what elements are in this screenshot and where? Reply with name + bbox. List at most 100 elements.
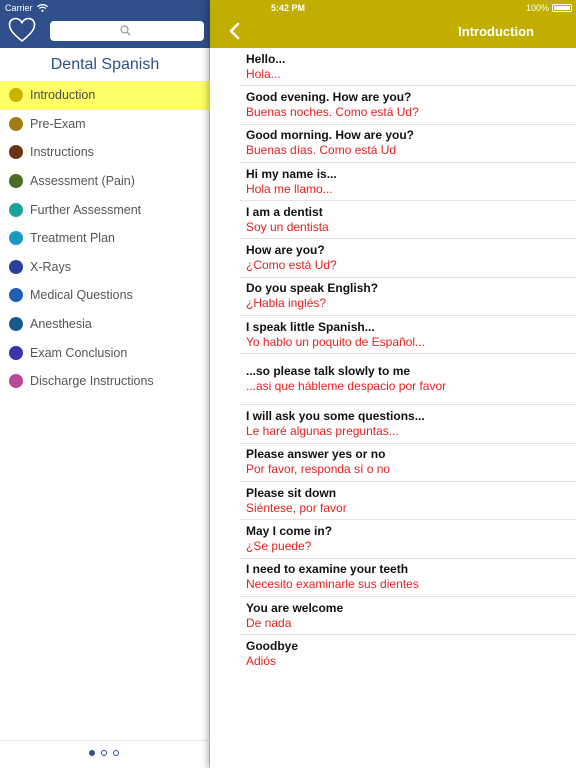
english-phrase: I will ask you some questions...: [246, 409, 425, 424]
spanish-phrase: Le haré algunas preguntas...: [246, 424, 399, 439]
search-input[interactable]: [50, 21, 204, 41]
english-phrase: Good evening. How are you?: [246, 89, 412, 104]
status-carrier: Carrier: [5, 3, 48, 13]
category-color-dot: [9, 88, 23, 103]
sidebar-item-label: Instructions: [30, 145, 94, 160]
spanish-phrase: ¿Se puede?: [246, 538, 312, 553]
sidebar-item-label: Pre-Exam: [30, 116, 86, 131]
page-dot[interactable]: [113, 750, 119, 756]
category-color-dot: [9, 345, 23, 360]
sidebar-item-anesthesia[interactable]: Anesthesia: [0, 310, 210, 339]
sidebar-item-further-assessment[interactable]: Further Assessment: [0, 195, 210, 224]
status-time: 5:42 PM: [270, 3, 305, 13]
search-icon: [120, 25, 131, 36]
phrase-row[interactable]: Good morning. How are you? Buenas días. C…: [240, 125, 576, 163]
sidebar-item-label: Treatment Plan: [30, 231, 115, 246]
sidebar-title: Dental Spanish: [50, 56, 160, 73]
sidebar-item-instructions[interactable]: Instructions: [0, 138, 210, 167]
phrase-row[interactable]: Hello... Hola...: [240, 48, 576, 87]
sidebar-item-label: Assessment (Pain): [30, 174, 135, 189]
spanish-phrase: Siéntese, por favor: [246, 500, 347, 515]
phrase-row[interactable]: I speak little Spanish... Yo hablo un poq…: [240, 316, 576, 355]
sidebar-item-exam-conclusion[interactable]: Exam Conclusion: [0, 338, 210, 367]
spanish-phrase: De nada: [246, 615, 292, 630]
spanish-phrase: ¿Como está Ud?: [246, 258, 337, 273]
spanish-phrase: ¿Habla inglés?: [246, 296, 327, 311]
phrase-row[interactable]: I am a dentist Soy un dentista: [240, 201, 576, 240]
battery-percent: 100%: [525, 3, 549, 13]
sidebar-item-x-rays[interactable]: X-Rays: [0, 253, 210, 282]
category-color-dot: [9, 231, 23, 246]
status-battery: 100%: [526, 3, 572, 13]
page-title: Introduction: [458, 24, 534, 39]
sidebar-item-label: Further Assessment: [30, 202, 142, 217]
phrase-row[interactable]: Please answer yes or no Por favor, respon…: [240, 444, 576, 482]
english-phrase: I am a dentist: [246, 204, 323, 219]
category-color-dot: [9, 259, 23, 274]
sidebar-item-medical-questions[interactable]: Medical Questions: [0, 281, 210, 310]
phrase-row[interactable]: May I come in? ¿Se puede?: [240, 520, 576, 559]
sidebar-item-discharge-instructions[interactable]: Discharge Instructions: [0, 367, 210, 396]
sidebar-item-treatment-plan[interactable]: Treatment Plan: [0, 224, 210, 253]
sidebar: Carrier Dental Spanish Introduction Pre-E…: [0, 0, 210, 768]
spanish-phrase: Buenas días. Como está Ud: [246, 143, 397, 158]
spanish-phrase: Hola...: [246, 66, 281, 81]
category-color-dot: [9, 202, 23, 217]
english-phrase: Hi my name is...: [246, 166, 337, 181]
category-list: Introduction Pre-Exam Instructions Assessme…: [0, 81, 210, 396]
phrase-row[interactable]: You are welcome De nada: [240, 597, 576, 636]
english-phrase: Goodbye: [246, 639, 299, 654]
spanish-phrase: Buenas noches. Como está Ud?: [246, 104, 419, 119]
sidebar-item-pre-exam[interactable]: Pre-Exam: [0, 110, 210, 139]
category-color-dot: [9, 374, 23, 389]
spanish-phrase: Adiós: [246, 654, 277, 669]
main-header: 5:42 PM 100% Introduction: [210, 0, 576, 48]
page-indicator[interactable]: [89, 750, 119, 756]
spanish-phrase: Yo hablo un poquito de Español...: [246, 334, 426, 349]
spanish-phrase: Por favor, responda sí o no: [246, 462, 391, 477]
sidebar-item-label: Medical Questions: [30, 288, 133, 303]
spanish-phrase: Hola me llamo...: [246, 181, 333, 196]
spanish-phrase: Necesito examinarle sus dientes: [246, 577, 419, 592]
phrase-row[interactable]: Goodbye Adiós: [240, 635, 576, 673]
carrier-label: Carrier: [5, 3, 33, 13]
phrase-row[interactable]: Hi my name is... Hola me llamo...: [240, 163, 576, 202]
phrase-row[interactable]: I need to examine your teeth Necesito exa…: [240, 559, 576, 597]
spanish-phrase: Soy un dentista: [246, 219, 329, 234]
sidebar-item-label: Introduction: [30, 88, 96, 103]
category-color-dot: [9, 288, 23, 303]
phrase-row[interactable]: Do you speak English? ¿Habla inglés?: [240, 278, 576, 317]
spanish-phrase: ...asi que hábleme despacio por favor: [246, 379, 447, 394]
phrase-list: Hello... Hola... Good evening. How are you…: [210, 48, 576, 673]
sidebar-footer: [0, 740, 210, 768]
chevron-left-icon[interactable]: [228, 22, 240, 40]
english-phrase: Good morning. How are you?: [246, 128, 414, 143]
category-color-dot: [9, 145, 23, 160]
phrase-row[interactable]: Please sit down Siéntese, por favor: [240, 482, 576, 521]
sidebar-item-label: Discharge Instructions: [30, 374, 154, 389]
phrase-row[interactable]: I will ask you some questions... Le haré …: [240, 405, 576, 444]
category-color-dot: [9, 116, 23, 131]
sidebar-item-assessment-pain[interactable]: Assessment (Pain): [0, 167, 210, 196]
phrase-row[interactable]: How are you? ¿Como está Ud?: [240, 239, 576, 278]
wifi-icon: [36, 4, 48, 12]
phrase-row[interactable]: Good evening. How are you? Buenas noches.…: [240, 86, 576, 125]
english-phrase: I speak little Spanish...: [246, 319, 375, 334]
english-phrase: Do you speak English?: [246, 281, 379, 296]
category-color-dot: [9, 317, 23, 332]
heart-icon[interactable]: [8, 17, 36, 43]
english-phrase: Please sit down: [246, 485, 337, 500]
english-phrase: Hello...: [246, 51, 286, 66]
english-phrase: ...so please talk slowly to me: [246, 364, 411, 379]
page-dot[interactable]: [101, 750, 107, 756]
sidebar-item-label: Anesthesia: [30, 317, 92, 332]
sidebar-item-label: Exam Conclusion: [30, 345, 128, 360]
category-color-dot: [9, 174, 23, 189]
battery-icon: [552, 4, 572, 12]
sidebar-item-introduction[interactable]: Introduction: [0, 81, 210, 110]
sidebar-header: Carrier: [0, 0, 210, 48]
sidebar-item-label: X-Rays: [30, 259, 71, 274]
english-phrase: You are welcome: [246, 600, 344, 615]
page-dot[interactable]: [89, 750, 95, 756]
phrase-row[interactable]: ...so please talk slowly to me ...asi que…: [240, 354, 576, 406]
